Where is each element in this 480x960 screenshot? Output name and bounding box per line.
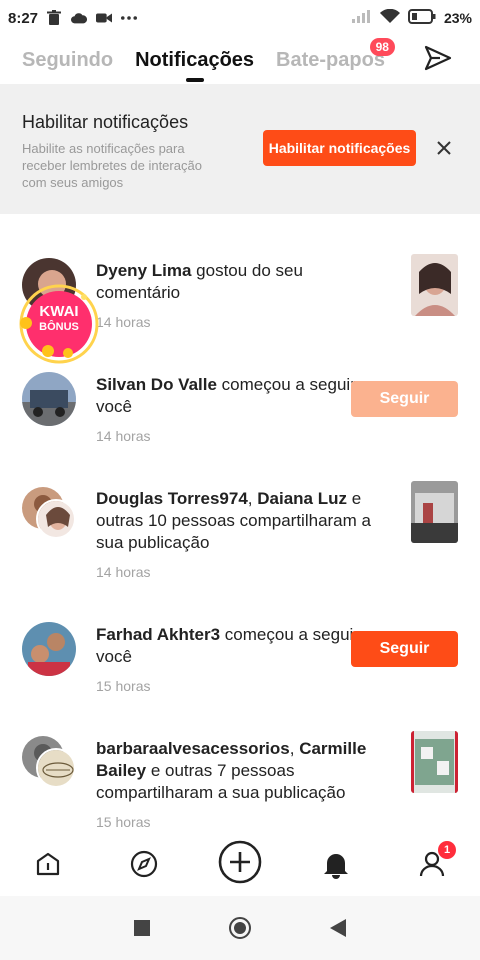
avatar[interactable] <box>36 748 76 788</box>
create-icon <box>218 840 262 884</box>
recents-icon <box>134 920 150 936</box>
notification-time: 14 horas <box>96 314 151 330</box>
tab-seguindo[interactable]: Seguindo <box>22 40 113 80</box>
enable-notifications-banner: Habilitar notificações Habilite as notif… <box>0 84 480 214</box>
tab-bate-papos[interactable]: Bate-papos 98 <box>276 38 395 80</box>
kwai-bonus-badge[interactable]: KWAI BÔNUS <box>18 283 100 365</box>
recents-button[interactable] <box>130 916 154 940</box>
kwai-bonus-line1: KWAI <box>39 303 79 320</box>
enable-notifications-button[interactable]: Habilitar notificações <box>263 130 416 166</box>
avatar[interactable] <box>22 372 76 426</box>
signal-icon <box>351 9 372 27</box>
post-thumbnail[interactable] <box>411 481 458 543</box>
video-icon <box>96 10 113 26</box>
notification-time: 14 horas <box>96 564 151 580</box>
battery-percent: 23% <box>443 10 472 26</box>
notifications-icon <box>324 854 348 879</box>
post-thumbnail[interactable] <box>411 254 458 316</box>
notification-actor[interactable]: barbaraalvesacessorios <box>96 739 290 758</box>
status-bar: 8:27 23% <box>0 0 480 36</box>
back-button[interactable] <box>326 916 350 940</box>
banner-description: Habilite as notificações para receber le… <box>22 141 202 190</box>
close-banner-button[interactable] <box>434 138 454 158</box>
home-icon <box>36 852 60 876</box>
battery-icon <box>407 8 436 28</box>
trash-icon <box>46 10 62 26</box>
nav-home-button[interactable] <box>30 846 66 882</box>
avatar[interactable] <box>36 499 76 539</box>
close-icon <box>437 141 451 155</box>
profile-badge: 1 <box>438 841 456 859</box>
home-system-button[interactable] <box>228 916 252 940</box>
nav-notifications-button[interactable] <box>318 846 354 882</box>
nav-discover-button[interactable] <box>126 846 162 882</box>
system-navigation-bar <box>0 896 480 960</box>
cloud-icon <box>71 10 88 26</box>
bottom-navigation <box>0 834 480 894</box>
send-icon <box>424 45 452 71</box>
chat-count-badge: 98 <box>369 38 395 56</box>
notification-time: 15 horas <box>96 814 151 830</box>
back-icon <box>330 919 346 937</box>
more-dots-icon <box>121 10 138 26</box>
follow-button[interactable]: Seguir <box>351 631 458 667</box>
avatar[interactable] <box>22 622 76 676</box>
notification-time: 14 horas <box>96 428 151 444</box>
send-message-button[interactable] <box>422 42 454 74</box>
status-time: 8:27 <box>8 9 39 27</box>
post-thumbnail[interactable] <box>411 731 458 793</box>
nav-create-button[interactable] <box>216 838 264 886</box>
top-tabs: Seguindo Notificações Bate-papos 98 <box>0 38 480 82</box>
notification-time: 15 horas <box>96 678 151 694</box>
notification-actor[interactable]: Silvan Do Valle <box>96 375 217 394</box>
notification-actor[interactable]: Douglas Torres974 <box>96 489 248 508</box>
banner-title: Habilitar notificações <box>22 112 189 132</box>
notification-actor[interactable]: Dyeny Lima <box>96 261 191 280</box>
wifi-icon <box>379 8 400 28</box>
tab-notificacoes[interactable]: Notificações <box>135 40 254 82</box>
home-circle-icon <box>229 917 251 939</box>
kwai-bonus-line2: BÔNUS <box>39 321 79 333</box>
discover-icon <box>130 850 158 878</box>
follow-button[interactable]: Seguir <box>351 381 458 417</box>
notification-actor-2[interactable]: Daiana Luz <box>257 489 347 508</box>
notification-actor[interactable]: Farhad Akhter3 <box>96 625 220 644</box>
